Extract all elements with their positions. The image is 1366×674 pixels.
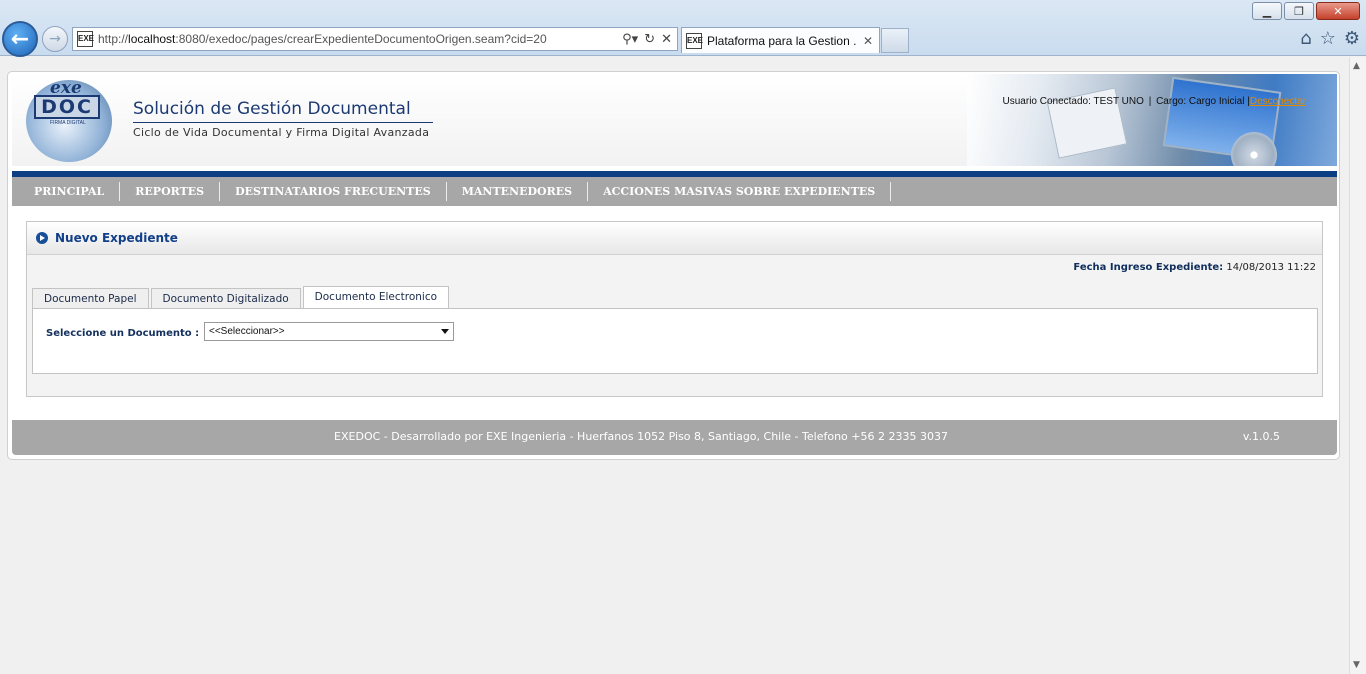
main-menu: PRINCIPAL REPORTES DESTINATARIOS FRECUEN…: [12, 171, 1337, 206]
menu-item-destinatarios[interactable]: DESTINATARIOS FRECUENTES: [220, 182, 447, 201]
document-select-label: Seleccione un Documento :: [46, 328, 200, 339]
site-footer: EXEDOC - Desarrollado por EXE Ingenieria…: [12, 420, 1337, 455]
page-container: exe DOC FIRMA DIGITAL Solución de Gestió…: [7, 71, 1340, 460]
brand-divider: [133, 122, 433, 123]
menu-item-principal[interactable]: PRINCIPAL: [19, 182, 121, 201]
scroll-down-arrow-icon[interactable]: ▼: [1353, 660, 1360, 670]
cargo-value: Cargo Inicial: [1188, 96, 1245, 107]
url-host: localhost: [128, 32, 176, 46]
user-name: TEST UNO: [1093, 96, 1144, 107]
address-actions: ⚲▾ ↻ ✕: [622, 32, 677, 47]
address-bar[interactable]: EXE http://localhost:8080/exedoc/pages/c…: [72, 27, 678, 51]
tab-documento-electronico[interactable]: Documento Electronico: [302, 286, 450, 309]
menu-item-reportes[interactable]: REPORTES: [120, 182, 221, 201]
user-info: Usuario Conectado: TEST UNO | Cargo: Car…: [1003, 96, 1306, 107]
site-favicon-icon: EXE: [77, 31, 94, 47]
site-header: exe DOC FIRMA DIGITAL Solución de Gestió…: [12, 74, 1337, 166]
tab-documento-digitalizado[interactable]: Documento Digitalizado: [150, 288, 301, 309]
menu-item-mantenedores[interactable]: MANTENEDORES: [447, 182, 589, 201]
brand-subtitle: Ciclo de Vida Documental y Firma Digital…: [133, 126, 430, 139]
search-icon[interactable]: ⚲▾: [622, 32, 638, 47]
brand-title: Solución de Gestión Documental: [133, 99, 411, 119]
panel-title: Nuevo Expediente: [55, 231, 178, 245]
panel-header: Nuevo Expediente: [27, 222, 1322, 255]
address-url[interactable]: http://localhost:8080/exedoc/pages/crear…: [98, 32, 622, 46]
vertical-scrollbar[interactable]: ▲ ▼: [1349, 57, 1366, 674]
refresh-icon[interactable]: ↻: [644, 32, 655, 47]
play-circle-icon: [36, 232, 48, 244]
favorites-star-icon[interactable]: ☆: [1320, 28, 1336, 49]
browser-tab[interactable]: EXE Plataforma para la Gestion ... ✕: [681, 27, 880, 53]
menu-item-acciones-masivas[interactable]: ACCIONES MASIVAS SOBRE EXPEDIENTES: [588, 182, 892, 201]
url-scheme: http://: [98, 32, 129, 46]
logo-doc-text: DOC: [34, 95, 100, 119]
page-viewport: exe DOC FIRMA DIGITAL Solución de Gestió…: [0, 57, 1349, 674]
scroll-up-arrow-icon[interactable]: ▲: [1353, 61, 1360, 71]
forward-button[interactable]: →: [42, 26, 68, 52]
document-select[interactable]: <<Seleccionar>>: [204, 322, 454, 341]
version-label: v.1.0.5: [1242, 430, 1280, 443]
logo-sub-text: FIRMA DIGITAL: [50, 120, 86, 126]
restore-button[interactable]: ❐: [1284, 2, 1314, 20]
close-window-button[interactable]: ✕: [1316, 2, 1360, 20]
tab-content: Seleccione un Documento : <<Seleccionar>…: [32, 308, 1318, 374]
browser-toolbar-icons: ⌂ ☆ ⚙: [1300, 28, 1360, 49]
tab-documento-papel[interactable]: Documento Papel: [32, 288, 149, 309]
new-tab-button[interactable]: [881, 28, 909, 53]
cargo-label: Cargo:: [1156, 96, 1187, 107]
document-select-value: <<Seleccionar>>: [209, 326, 285, 337]
header-banner-image: [967, 74, 1337, 166]
document-tabs: Documento Papel Documento Digitalizado D…: [32, 286, 450, 309]
nuevo-expediente-panel: Nuevo Expediente Fecha Ingreso Expedient…: [26, 221, 1323, 397]
settings-gear-icon[interactable]: ⚙: [1344, 28, 1360, 49]
stop-icon[interactable]: ✕: [661, 32, 672, 47]
fecha-ingreso: Fecha Ingreso Expediente: 14/08/2013 11:…: [1073, 262, 1316, 273]
tab-favicon-icon: EXE: [686, 32, 703, 49]
forward-arrow-icon: →: [49, 31, 61, 47]
tab-close-icon[interactable]: ✕: [857, 34, 879, 48]
fecha-label: Fecha Ingreso Expediente:: [1073, 262, 1224, 273]
user-label: Usuario Conectado:: [1002, 96, 1091, 107]
logout-link[interactable]: Desconectar: [1250, 96, 1306, 107]
back-button[interactable]: ←: [2, 21, 38, 57]
separator: |: [1148, 96, 1152, 107]
tab-title: Plataforma para la Gestion ...: [707, 33, 857, 48]
footer-text: EXEDOC - Desarrollado por EXE Ingenieria…: [334, 430, 948, 443]
browser-chrome: ▁ ❐ ✕ ← → EXE http://localhost:8080/exed…: [0, 0, 1366, 57]
dropdown-arrow-icon: [441, 329, 449, 334]
back-arrow-icon: ←: [10, 26, 30, 52]
minimize-button[interactable]: ▁: [1252, 2, 1282, 20]
window-controls: ▁ ❐ ✕: [1252, 2, 1360, 20]
exedoc-logo: exe DOC FIRMA DIGITAL: [26, 78, 112, 162]
home-icon[interactable]: ⌂: [1300, 28, 1311, 49]
url-path: :8080/exedoc/pages/crearExpedienteDocume…: [175, 32, 547, 46]
fecha-value: 14/08/2013 11:22: [1226, 262, 1316, 273]
